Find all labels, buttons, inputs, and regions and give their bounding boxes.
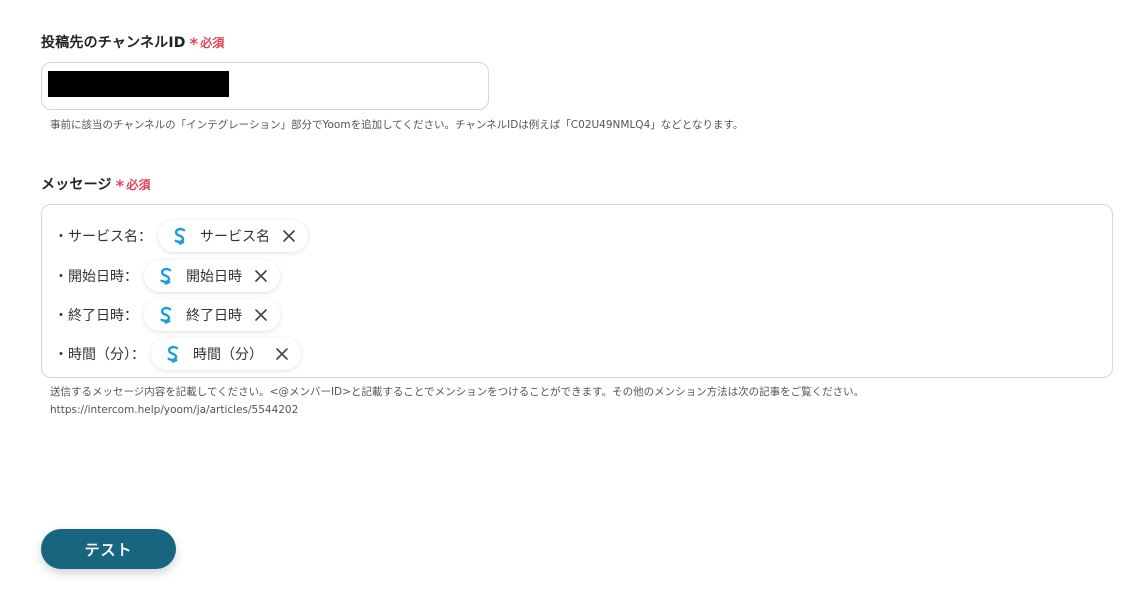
message-label-text: メッセージ — [41, 177, 112, 193]
token-label: サービス名 — [200, 229, 270, 245]
line-text: ・時間（分）： — [54, 347, 145, 363]
token-label: 時間（分） — [193, 347, 263, 363]
remove-token-button[interactable] — [250, 265, 272, 287]
variable-token[interactable]: 開始日時 — [144, 260, 280, 292]
help-article-link[interactable]: https://intercom.help/yoom/ja/articles/5… — [50, 401, 864, 419]
channel-id-help: 事前に該当のチャンネルの「インテグレーション」部分でYoomを追加してください。… — [50, 119, 744, 131]
required-text: 必須 — [126, 178, 151, 192]
test-button[interactable]: テスト — [41, 529, 176, 569]
yoom-s-icon — [160, 306, 172, 324]
channel-id-label-text: 投稿先のチャンネルID — [41, 35, 186, 51]
message-textarea[interactable]: ・サービス名： サービス名 ・開始日時： 開始日時 ・終了日時： 終了日時 ・時… — [41, 204, 1113, 378]
channel-id-input[interactable] — [41, 62, 489, 110]
message-help: 送信するメッセージ内容を記載してください。<@メンバーID>と記載することでメン… — [50, 383, 864, 419]
remove-token-button[interactable] — [278, 225, 300, 247]
yoom-s-icon — [174, 227, 186, 245]
line-text: ・開始日時： — [54, 269, 138, 285]
token-label: 終了日時 — [186, 308, 242, 324]
variable-token[interactable]: 終了日時 — [144, 299, 280, 331]
yoom-s-icon — [167, 345, 179, 363]
message-label: メッセージ * 必須 — [41, 174, 151, 195]
close-icon — [276, 348, 288, 360]
message-line: ・終了日時： 終了日時 — [54, 298, 280, 332]
variable-token[interactable]: サービス名 — [158, 220, 308, 252]
message-line: ・開始日時： 開始日時 — [54, 259, 280, 293]
required-badge: * 必須 — [115, 176, 151, 195]
message-help-line: 送信するメッセージ内容を記載してください。<@メンバーID>と記載することでメン… — [50, 386, 865, 398]
redacted-channel-id — [48, 71, 229, 97]
close-icon — [283, 230, 295, 242]
line-text: ・サービス名： — [54, 229, 152, 245]
variable-token[interactable]: 時間（分） — [151, 338, 301, 370]
remove-token-button[interactable] — [250, 304, 272, 326]
required-text: 必須 — [200, 36, 225, 50]
close-icon — [255, 270, 267, 282]
token-label: 開始日時 — [186, 269, 242, 285]
required-asterisk: * — [189, 34, 199, 53]
page: 投稿先のチャンネルID * 必須 事前に該当のチャンネルの「インテグレーション」部分… — [0, 0, 1139, 597]
remove-token-button[interactable] — [271, 343, 293, 365]
channel-id-label: 投稿先のチャンネルID * 必須 — [41, 32, 225, 53]
required-badge: * 必須 — [189, 34, 225, 53]
line-text: ・終了日時： — [54, 308, 138, 324]
message-line: ・サービス名： サービス名 — [54, 219, 308, 253]
message-line: ・時間（分）： 時間（分） — [54, 337, 301, 371]
required-asterisk: * — [115, 176, 125, 195]
close-icon — [255, 309, 267, 321]
yoom-s-icon — [160, 267, 172, 285]
